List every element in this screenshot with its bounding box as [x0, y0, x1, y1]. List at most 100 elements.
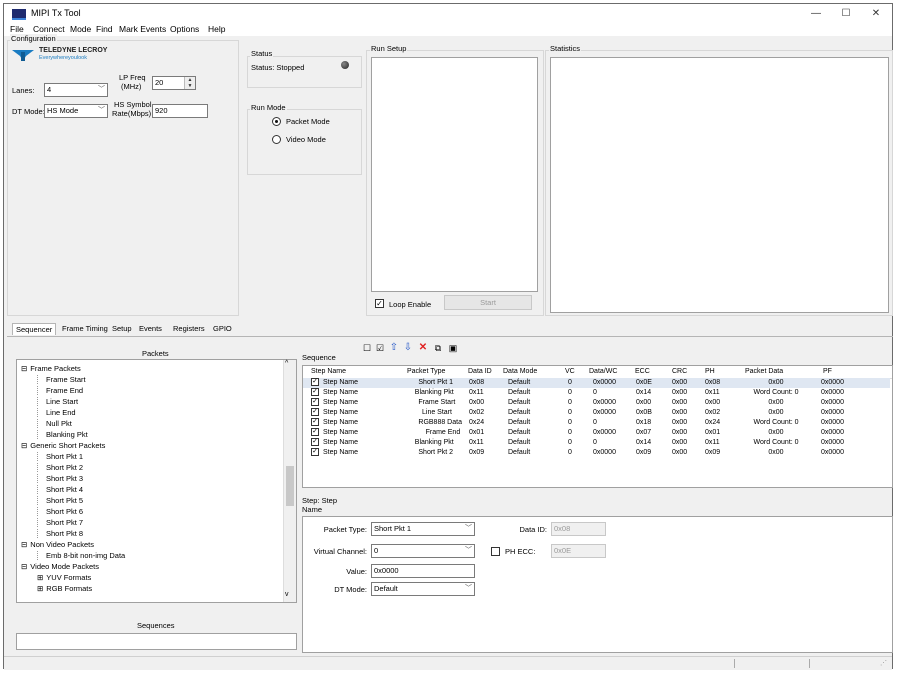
table-row[interactable]: ✓ Step Name Line Start 0x02 Default 0 0x0000 0x…	[303, 408, 890, 418]
virtual-channel-combo[interactable]: 0 ﹀	[371, 544, 475, 558]
table-row[interactable]: ✓ Step Name Short Pkt 1 0x08 Default 0 0x0000 0…	[303, 378, 890, 388]
collapse-icon[interactable]: ⊟	[21, 441, 27, 450]
table-row[interactable]: ✓ Step Name Blanking Pkt 0x11 Default 0 0 0x14 0…	[303, 388, 890, 398]
tree-item[interactable]: Line Start	[37, 397, 78, 406]
tab-events[interactable]: Events	[136, 323, 165, 334]
scroll-down-icon[interactable]: v	[285, 591, 289, 598]
col-pf[interactable]: PF	[823, 368, 832, 375]
menu-file[interactable]: File	[10, 24, 24, 34]
tab-gpio[interactable]: GPIO	[210, 323, 235, 334]
menu-find[interactable]: Find	[96, 24, 113, 34]
tab-sequencer[interactable]: Sequencer	[12, 323, 57, 335]
video-mode-label[interactable]: Video Mode	[286, 135, 326, 144]
col-data-id[interactable]: Data ID	[468, 368, 492, 375]
tree-item[interactable]: ⊟ Non Video Packets	[21, 540, 94, 549]
check-all-icon[interactable]: ☑	[374, 342, 386, 354]
tree-item[interactable]: ⊟ Frame Packets	[21, 364, 81, 373]
copy-icon[interactable]: ⧉	[432, 342, 444, 354]
maximize-button[interactable]: ☐	[832, 6, 860, 21]
video-mode-radio[interactable]	[272, 135, 281, 144]
row-checkbox[interactable]: ✓	[311, 418, 319, 426]
tab-setup[interactable]: Setup	[109, 323, 135, 334]
tree-item[interactable]: Short Pkt 5	[37, 496, 83, 505]
tree-item[interactable]: ⊟ Video Mode Packets	[21, 562, 99, 571]
col-ecc[interactable]: ECC	[635, 368, 650, 375]
table-row[interactable]: ✓ Step Name Blanking Pkt 0x11 Default 0 0 0x14 0…	[303, 438, 890, 448]
collapse-icon[interactable]: ⊟	[21, 562, 27, 571]
tree-item[interactable]: Frame Start	[37, 375, 86, 384]
packet-mode-label[interactable]: Packet Mode	[286, 117, 330, 126]
tree-item[interactable]: Frame End	[37, 386, 83, 395]
col-ph[interactable]: PH	[705, 368, 715, 375]
tree-item[interactable]: Short Pkt 3	[37, 474, 83, 483]
table-row[interactable]: ✓ Step Name Frame End 0x01 Default 0 0x0000 0x0…	[303, 428, 890, 438]
tree-item[interactable]: ⊞ YUV Formats	[37, 573, 91, 582]
tree-item[interactable]: Short Pkt 7	[37, 518, 83, 527]
expand-icon[interactable]: ⊞	[37, 573, 43, 582]
col-packet-data[interactable]: Packet Data	[745, 368, 783, 375]
row-checkbox[interactable]: ✓	[311, 438, 319, 446]
tree-item[interactable]: Blanking Pkt	[37, 430, 88, 439]
menu-mark-events[interactable]: Mark Events	[119, 24, 166, 34]
minimize-button[interactable]: —	[802, 6, 830, 21]
lp-freq-spinner[interactable]: 20 ▲ ▼	[152, 76, 196, 90]
row-checkbox[interactable]: ✓	[311, 408, 319, 416]
step-dt-mode-combo[interactable]: Default ﹀	[371, 582, 475, 596]
scroll-thumb[interactable]	[286, 466, 294, 506]
packet-type-combo[interactable]: Short Pkt 1 ﹀	[371, 522, 475, 536]
tree-item[interactable]: Short Pkt 4	[37, 485, 83, 494]
packets-tree[interactable]: ⊟ Frame Packets Frame Start Frame End Line S…	[16, 359, 297, 603]
expand-icon[interactable]: ⊞	[37, 584, 43, 593]
col-data-mode[interactable]: Data Mode	[503, 368, 537, 375]
start-button[interactable]: Start	[444, 295, 532, 310]
row-checkbox[interactable]: ✓	[311, 378, 319, 386]
packets-scrollbar[interactable]: ^ v	[283, 360, 296, 602]
collapse-icon[interactable]: ⊟	[21, 364, 27, 373]
tree-item[interactable]: Short Pkt 1	[37, 452, 83, 461]
tree-item[interactable]: Null Pkt	[37, 419, 72, 428]
tree-item[interactable]: ⊞ RGB Formats	[37, 584, 92, 593]
paste-icon[interactable]: ▣	[447, 342, 459, 354]
table-row[interactable]: ✓ Step Name RGB888 Data 0x24 Default 0 0 0x18 0x…	[303, 418, 890, 428]
resize-grip-icon[interactable]: ⋰	[880, 659, 887, 667]
ph-ecc-checkbox[interactable]	[491, 547, 500, 556]
hs-symbol-input[interactable]: 920	[152, 104, 208, 118]
dt-mode-combo[interactable]: HS Mode ﹀	[44, 104, 108, 118]
close-button[interactable]: ✕	[862, 6, 890, 21]
run-setup-area[interactable]	[371, 57, 538, 292]
sequences-box[interactable]	[16, 633, 297, 650]
move-up-icon[interactable]: ⇧	[388, 342, 400, 354]
loop-enable-checkbox[interactable]: ✓	[375, 299, 384, 308]
move-down-icon[interactable]: ⇩	[402, 342, 414, 354]
delete-icon[interactable]: ✕	[417, 342, 429, 354]
tree-item[interactable]: Short Pkt 2	[37, 463, 83, 472]
menu-mode[interactable]: Mode	[70, 24, 91, 34]
value-input[interactable]: 0x0000	[371, 564, 475, 578]
tree-item[interactable]: ⊟ Generic Short Packets	[21, 441, 105, 450]
tab-frame-timing[interactable]: Frame Timing	[59, 323, 111, 334]
tree-item[interactable]: Short Pkt 8	[37, 529, 83, 538]
table-row[interactable]: ✓ Step Name Frame Start 0x00 Default 0 0x0000 0…	[303, 398, 890, 408]
tree-item[interactable]: Emb 8-bit non-img Data	[37, 551, 125, 560]
ph-ecc-label[interactable]: PH ECC:	[505, 547, 535, 556]
row-checkbox[interactable]: ✓	[311, 388, 319, 396]
col-crc[interactable]: CRC	[672, 368, 687, 375]
menu-connect[interactable]: Connect	[33, 24, 65, 34]
table-row[interactable]: ✓ Step Name Short Pkt 2 0x09 Default 0 0x0000 0…	[303, 448, 890, 458]
col-vc[interactable]: VC	[565, 368, 575, 375]
menu-help[interactable]: Help	[208, 24, 225, 34]
sequence-table[interactable]: Step Name Packet Type Data ID Data Mode …	[302, 365, 893, 488]
collapse-icon[interactable]: ⊟	[21, 540, 27, 549]
lanes-combo[interactable]: 4 ﹀	[44, 83, 108, 97]
tab-registers[interactable]: Registers	[170, 323, 208, 334]
col-packet-type[interactable]: Packet Type	[407, 368, 445, 375]
col-step-name[interactable]: Step Name	[311, 368, 346, 375]
spinner-arrows-icon[interactable]: ▲ ▼	[184, 77, 195, 89]
col-data-wc[interactable]: Data/WC	[589, 368, 617, 375]
tree-item[interactable]: Short Pkt 6	[37, 507, 83, 516]
tree-item[interactable]: Line End	[37, 408, 76, 417]
menu-options[interactable]: Options	[170, 24, 199, 34]
loop-enable-label[interactable]: Loop Enable	[389, 300, 431, 309]
scroll-up-icon[interactable]: ^	[285, 360, 288, 367]
row-checkbox[interactable]: ✓	[311, 398, 319, 406]
